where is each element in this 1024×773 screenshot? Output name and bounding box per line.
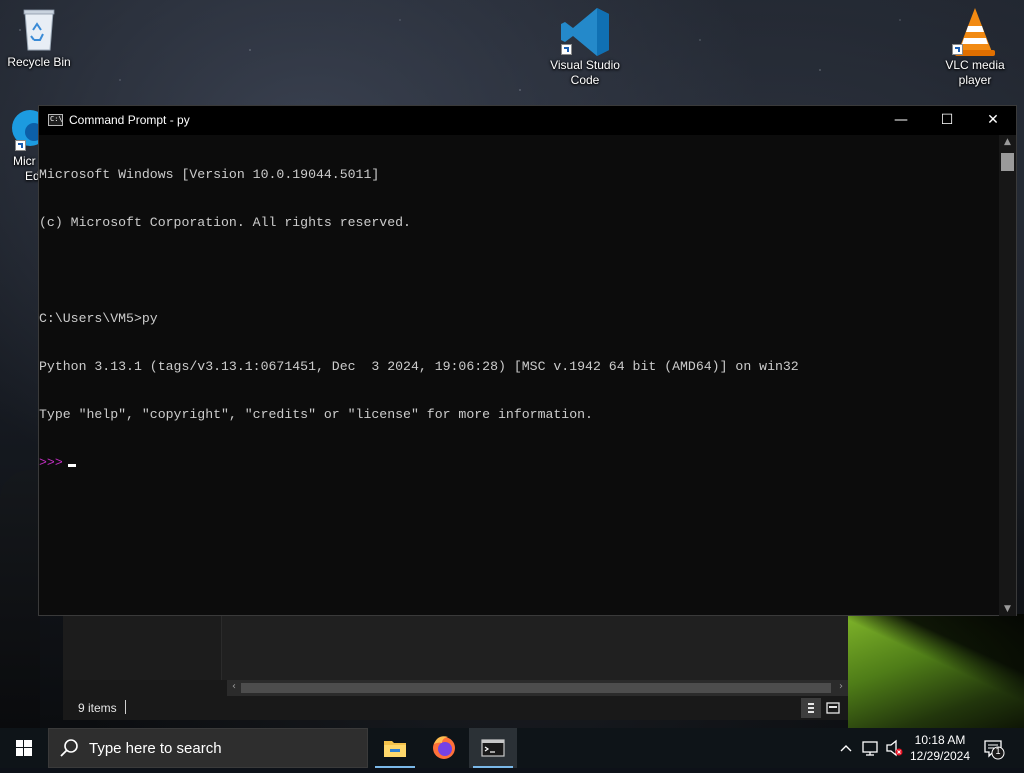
command-prompt-window[interactable]: C:\ Command Prompt - py — ☐ ✕ Microsoft … — [38, 105, 1017, 616]
search-placeholder: Type here to search — [89, 740, 222, 757]
desktop-icon-label: Code — [570, 73, 600, 87]
firefox-icon — [433, 736, 455, 759]
start-button[interactable] — [0, 728, 48, 768]
details-view-button[interactable] — [801, 698, 821, 718]
shortcut-arrow-icon — [952, 44, 963, 55]
desktop-icon-label: VLC media — [945, 58, 1005, 72]
vertical-scrollbar[interactable]: ▲ ▼ — [999, 135, 1016, 616]
desktop-icon-recycle-bin[interactable]: Recycle Bin — [4, 6, 74, 70]
taskbar-app-firefox[interactable] — [420, 728, 468, 768]
taskbar-app-command-prompt[interactable] — [469, 728, 517, 768]
window-title: Command Prompt - py — [69, 113, 190, 127]
file-explorer-icon — [384, 741, 406, 757]
cmd-icon — [481, 739, 505, 757]
clock-time: 10:18 AM — [914, 733, 966, 747]
horizontal-scrollbar[interactable]: ‹ › — [227, 680, 848, 696]
text-cursor — [67, 464, 76, 467]
volume-muted-icon[interactable] — [884, 728, 906, 768]
cmd-app-icon: C:\ — [48, 114, 63, 126]
desktop: Recycle Bin Visual Studio Code VLC media… — [0, 0, 1024, 728]
status-separator — [125, 700, 126, 714]
console-line: Python 3.13.1 (tags/v3.13.1:0671451, Dec… — [39, 359, 799, 374]
taskbar-clock[interactable]: 10:18 AM 12/29/2024 — [904, 732, 976, 764]
desktop-icon-vscode[interactable]: Visual Studio Code — [545, 6, 625, 88]
title-bar[interactable]: C:\ Command Prompt - py — ☐ ✕ — [39, 106, 1016, 135]
desktop-icon-label: player — [958, 73, 992, 87]
console-line: C:\Users\VM5>py — [39, 311, 158, 326]
show-hidden-icons-chevron-icon[interactable] — [838, 728, 854, 768]
scroll-up-icon[interactable]: ▲ — [999, 137, 1016, 147]
python-prompt: >>> — [39, 455, 63, 470]
item-count: 9 items — [78, 701, 117, 715]
console-output[interactable]: Microsoft Windows [Version 10.0.19044.50… — [39, 135, 999, 615]
shortcut-arrow-icon — [561, 44, 572, 55]
windows-logo-icon — [16, 740, 32, 756]
scrollbar-thumb[interactable] — [1001, 153, 1014, 171]
system-tray — [834, 728, 904, 768]
details-view-icon — [808, 703, 814, 713]
scrollbar-thumb[interactable] — [241, 683, 831, 693]
taskbar: Type here to search 10:18 AM 12/29/2024 … — [0, 728, 1024, 768]
desktop-icon-vlc[interactable]: VLC media player — [940, 6, 1010, 88]
large-icons-view-icon — [826, 702, 840, 714]
search-box[interactable]: Type here to search — [48, 728, 368, 768]
scroll-right-icon[interactable]: › — [834, 681, 848, 692]
notification-center-button[interactable]: 1 — [978, 728, 1008, 768]
maximize-button[interactable]: ☐ — [924, 106, 970, 135]
scroll-down-icon[interactable]: ▼ — [999, 604, 1016, 614]
minimize-button[interactable]: — — [878, 106, 924, 135]
desktop-icon-label: Visual Studio — [550, 58, 620, 72]
recycle-bin-icon — [23, 9, 55, 51]
console-line: Microsoft Windows [Version 10.0.19044.50… — [39, 167, 380, 182]
status-bar: 9 items — [63, 696, 848, 720]
clock-date: 12/29/2024 — [909, 749, 971, 763]
large-icons-view-button[interactable] — [823, 698, 843, 718]
taskbar-app-file-explorer[interactable] — [371, 728, 419, 768]
network-icon[interactable] — [860, 728, 882, 768]
desktop-icon-label: Recycle Bin — [7, 55, 71, 69]
shortcut-arrow-icon — [15, 140, 26, 151]
scroll-left-icon[interactable]: ‹ — [227, 681, 241, 692]
wallpaper-hill — [0, 470, 40, 728]
console-line: Type "help", "copyright", "credits" or "… — [39, 407, 593, 422]
search-icon — [60, 739, 78, 757]
python-prompt-line[interactable]: >>> — [39, 455, 999, 471]
file-explorer-window: ‹ › 9 items — [63, 600, 848, 720]
close-button[interactable]: ✕ — [970, 106, 1016, 135]
notification-count: 1 — [995, 746, 1001, 756]
notification-icon — [984, 740, 1005, 760]
console-line: (c) Microsoft Corporation. All rights re… — [39, 215, 411, 230]
